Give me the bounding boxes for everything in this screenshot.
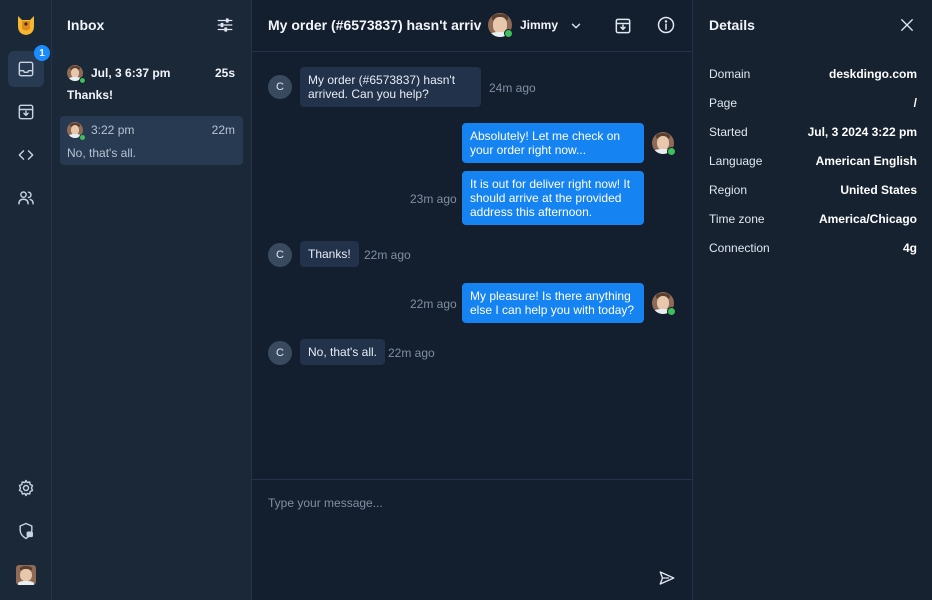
message-bubble-incoming: My order (#6573837) hasn't arrived. Can … [300, 67, 481, 107]
app-logo[interactable] [16, 14, 36, 36]
detail-value: deskdingo.com [828, 67, 917, 81]
conversation-item[interactable]: Jul, 3 6:37 pm 25s Thanks! [60, 58, 243, 108]
detail-key: Connection [709, 241, 770, 255]
user-avatar[interactable] [16, 565, 36, 585]
nav-code-button[interactable] [8, 137, 44, 173]
conversation-time: 3:22 pm [91, 123, 135, 137]
chat-panel: My order (#6573837) hasn't arriv Jimmy C… [252, 0, 692, 600]
message-timestamp: 22m ago [410, 297, 457, 311]
customer-avatar: C [268, 341, 292, 365]
details-panel: Details Domain deskdingo.com Page / Star… [692, 0, 932, 600]
archive-conversation-button[interactable] [613, 16, 633, 36]
message-bubble-outgoing: It is out for deliver right now! It shou… [462, 171, 644, 225]
nav-users-button[interactable] [8, 180, 44, 216]
detail-value: American English [815, 154, 917, 168]
online-status-dot [79, 134, 86, 141]
info-icon [657, 16, 675, 34]
message-timestamp: 24m ago [489, 81, 536, 95]
detail-row-region: Region United States [709, 183, 917, 197]
online-status-dot [667, 147, 676, 156]
conversation-title: My order (#6573837) hasn't arriv [268, 17, 482, 33]
conversation-age: 25s [214, 66, 235, 80]
chevron-down-icon [571, 23, 581, 29]
detail-row-domain: Domain deskdingo.com [709, 67, 917, 81]
detail-key: Region [709, 183, 748, 197]
detail-key: Page [709, 96, 738, 110]
nav-archive-button[interactable] [8, 94, 44, 130]
send-button[interactable] [658, 569, 678, 589]
nav-rail: 1 [0, 0, 52, 600]
gear-icon [18, 479, 34, 497]
details-title: Details [709, 17, 755, 33]
online-status-dot [79, 77, 86, 84]
detail-value: Jul, 3 2024 3:22 pm [807, 125, 917, 139]
inbox-icon [18, 61, 34, 77]
message-bubble-outgoing: My pleasure! Is there anything else I ca… [462, 283, 644, 323]
close-details-button[interactable] [898, 16, 916, 34]
archive-icon [18, 104, 34, 120]
message-input[interactable] [268, 496, 668, 556]
customer-avatar: C [268, 75, 292, 99]
shield-lock-icon [19, 522, 33, 540]
nav-inbox-button[interactable]: 1 [8, 45, 50, 87]
detail-key: Language [709, 154, 763, 168]
inbox-panel: Inbox Jul, 3 6:37 pm 25s Thanks! 3:22 pm… [52, 0, 252, 600]
conversation-time: Jul, 3 6:37 pm [91, 66, 171, 80]
detail-value: America/Chicago [818, 212, 917, 226]
sliders-icon [217, 18, 233, 32]
message-timestamp: 22m ago [388, 346, 435, 360]
chat-header: My order (#6573837) hasn't arriv Jimmy [252, 0, 692, 52]
message-bubble-incoming: Thanks! [300, 241, 359, 267]
conversation-preview: No, that's all. [67, 146, 136, 160]
conversation-item-selected[interactable]: 3:22 pm 22m No, that's all. [60, 116, 243, 165]
message-composer [252, 479, 692, 600]
assignee-name: Jimmy [520, 18, 559, 32]
filter-button[interactable] [216, 16, 234, 34]
code-icon [18, 150, 34, 160]
detail-row-started: Started Jul, 3 2024 3:22 pm [709, 125, 917, 139]
detail-key: Domain [709, 67, 751, 81]
nav-security-button[interactable] [8, 513, 44, 549]
message-timestamp: 23m ago [410, 192, 457, 206]
close-icon [901, 19, 913, 31]
inbox-count-badge: 1 [34, 45, 50, 61]
archive-icon [615, 18, 631, 34]
detail-key: Time zone [709, 212, 765, 226]
users-icon [18, 191, 34, 205]
send-icon [659, 571, 675, 585]
online-status-dot [667, 307, 676, 316]
message-bubble-outgoing: Absolutely! Let me check on your order r… [462, 123, 644, 163]
info-button[interactable] [656, 15, 676, 35]
detail-value: / [913, 96, 917, 110]
conversation-preview: Thanks! [67, 88, 114, 102]
assignee-selector[interactable]: Jimmy [488, 13, 584, 39]
detail-row-connection: Connection 4g [709, 241, 917, 255]
message-bubble-incoming: No, that's all. [300, 339, 385, 365]
detail-row-page: Page / [709, 96, 917, 110]
detail-key: Started [709, 125, 748, 139]
conversation-age: 22m [211, 123, 235, 137]
customer-avatar: C [268, 243, 292, 267]
detail-row-timezone: Time zone America/Chicago [709, 212, 917, 226]
detail-row-language: Language American English [709, 154, 917, 168]
online-status-dot [504, 29, 513, 38]
inbox-title: Inbox [67, 17, 105, 33]
detail-value: 4g [902, 241, 917, 255]
detail-value: United States [840, 183, 917, 197]
nav-settings-button[interactable] [8, 470, 44, 506]
message-timestamp: 22m ago [364, 248, 411, 262]
